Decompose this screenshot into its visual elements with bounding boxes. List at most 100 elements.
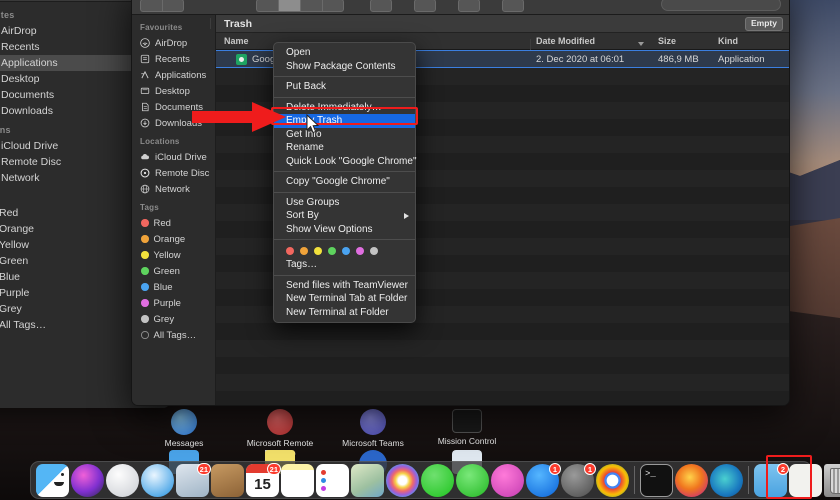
column-header-size[interactable]: Size	[210, 18, 718, 46]
action-button[interactable]	[414, 0, 436, 12]
notification-badge: 1	[584, 462, 596, 475]
sidebar-item-label: Downloads	[1, 105, 53, 117]
tags-button[interactable]	[502, 0, 524, 12]
dock-item-mail[interactable]: 21	[176, 462, 211, 497]
file-date-cell: 2. Dec 2020 at 06:01	[536, 53, 625, 65]
dock-item-facetime[interactable]	[456, 463, 489, 497]
tag-color-swatch[interactable]	[370, 247, 378, 255]
sidebar-item-label: All Tags…	[153, 329, 197, 341]
sidebar-item-red[interactable]: Red	[132, 215, 215, 231]
dock[interactable]: 21 15 21 1 1 >_ 2	[30, 461, 840, 499]
sidebar-item-label: Network	[155, 183, 190, 195]
column-header-date-modified[interactable]: Date Modified	[530, 36, 658, 50]
menu-item-new-terminal-at-folder[interactable]: New Terminal at Folder	[274, 306, 415, 320]
dock-item-siri[interactable]	[71, 463, 104, 497]
menu-item-new-terminal-tab-at-folder[interactable]: New Terminal Tab at Folder	[274, 292, 415, 306]
view-mode-group[interactable]	[256, 0, 344, 12]
chrome-app-icon	[236, 53, 247, 65]
gallery-view-button[interactable]	[322, 0, 344, 12]
menu-item-tags[interactable]: Tags…	[274, 258, 415, 272]
dock-item-downloads-folder[interactable]: 2	[754, 462, 789, 497]
launchpad-item[interactable]: Mission Control	[424, 409, 510, 446]
finder-sidebar[interactable]: Favourites AirDrop Recents Applications Desk…	[132, 15, 216, 405]
dock-item-notes[interactable]	[281, 463, 314, 497]
dock-item-edge[interactable]	[710, 463, 743, 497]
menu-item-show-view-options[interactable]: Show View Options	[274, 223, 415, 237]
sidebar-item-yellow[interactable]: Yellow	[132, 247, 215, 263]
column-view-button[interactable]	[300, 0, 322, 12]
dock-item-chrome[interactable]	[596, 463, 629, 497]
sidebar-item-label: All Tags…	[0, 319, 47, 331]
icon-view-button[interactable]	[256, 0, 278, 12]
group-button[interactable]	[370, 0, 392, 12]
menu-item-quick-look-google-chrome[interactable]: Quick Look "Google Chrome"	[274, 155, 417, 169]
dock-item-finder[interactable]	[36, 463, 69, 497]
dock-item-trash[interactable]	[824, 463, 840, 497]
sidebar-item-applications[interactable]: Applications	[132, 67, 215, 83]
launchpad-item[interactable]: Microsoft Teams	[330, 409, 416, 448]
tag-color-swatch[interactable]	[300, 247, 308, 255]
finder-trash-window[interactable]: Favourites AirDrop Recents Applications Desk…	[131, 0, 790, 406]
menu-item-empty-trash[interactable]: Empty Trash	[274, 114, 415, 128]
menu-item-get-info[interactable]: Get Info	[274, 128, 415, 142]
column-header-kind[interactable]: Kind	[210, 18, 789, 46]
sidebar-item-airdrop[interactable]: AirDrop	[132, 35, 215, 51]
dock-item-launchpad[interactable]	[106, 463, 139, 497]
sidebar-item-network[interactable]: Network	[132, 181, 215, 197]
sidebar-item-remote-disc[interactable]: Remote Disc	[132, 165, 215, 181]
finder-toolbar[interactable]	[132, 0, 789, 15]
dock-item-photos[interactable]	[386, 463, 419, 497]
tag-color-swatch[interactable]	[286, 247, 294, 255]
dock-item-app-store[interactable]: 1	[526, 462, 561, 497]
forward-button[interactable]	[162, 0, 184, 12]
list-view-button[interactable]	[278, 0, 300, 12]
menu-item-show-package-contents[interactable]: Show Package Contents	[274, 60, 415, 74]
menu-item-sort-by[interactable]: Sort By	[274, 209, 415, 223]
context-menu[interactable]: Open Show Package Contents Put Back Delete …	[273, 42, 417, 323]
dock-item-safari[interactable]	[141, 463, 174, 497]
menu-separator	[274, 274, 415, 276]
dock-item-firefox[interactable]	[675, 463, 708, 497]
sidebar-item-desktop[interactable]: Desktop	[132, 83, 215, 99]
sidebar-item-grey[interactable]: Grey	[132, 311, 215, 327]
nav-buttons-group[interactable]	[140, 0, 184, 12]
dock-item-messages[interactable]	[421, 463, 454, 497]
tag-color-swatch[interactable]	[342, 247, 350, 255]
dock-item-document[interactable]	[789, 463, 822, 497]
tag-color-swatch[interactable]	[328, 247, 336, 255]
search-input[interactable]	[661, 0, 781, 11]
tag-color-swatch[interactable]	[356, 247, 364, 255]
sidebar-item-recents[interactable]: Recents	[132, 51, 215, 67]
sidebar-item-blue[interactable]: Blue	[132, 279, 215, 295]
menu-item-put-back[interactable]: Put Back	[274, 80, 415, 94]
sidebar-item-orange[interactable]: Orange	[132, 231, 215, 247]
share-button[interactable]	[458, 0, 480, 12]
menu-item-copy-google-chrome[interactable]: Copy "Google Chrome"	[274, 175, 415, 189]
dock-item-terminal[interactable]: >_	[640, 463, 673, 497]
dock-item-contacts[interactable]	[211, 463, 244, 497]
sidebar-item-label: Grey	[0, 303, 22, 315]
menu-item-delete-immediately[interactable]: Delete Immediately…	[274, 101, 415, 115]
menu-item-label: Quick Look "Google Chrome"	[286, 155, 417, 167]
tag-color-swatch[interactable]	[314, 247, 322, 255]
menu-item-send-files-with-teamviewer[interactable]: Send files with TeamViewer	[274, 279, 415, 293]
sidebar-item-label: Recents	[155, 53, 190, 65]
menu-item-use-groups[interactable]: Use Groups	[274, 196, 415, 210]
launchpad-item[interactable]: Messages	[141, 409, 227, 448]
dock-item-reminders[interactable]	[316, 463, 349, 497]
menu-item-rename[interactable]: Rename	[274, 141, 415, 155]
dock-item-system-preferences[interactable]: 1	[561, 462, 596, 497]
tag-color-row[interactable]	[274, 243, 415, 258]
dock-item-calendar[interactable]: 15 21	[246, 462, 281, 497]
sidebar-item-all-tags[interactable]: All Tags…	[132, 327, 215, 343]
empty-button[interactable]: Empty	[745, 16, 783, 31]
sidebar-item-label: Grey	[153, 313, 175, 325]
dock-item-itunes[interactable]	[491, 463, 524, 497]
sidebar-item-green[interactable]: Green	[132, 263, 215, 279]
sidebar-item-icloud-drive[interactable]: iCloud Drive	[132, 149, 215, 165]
back-button[interactable]	[140, 0, 162, 12]
tag-dot-icon	[141, 219, 149, 227]
dock-item-maps[interactable]	[351, 463, 384, 497]
menu-item-open[interactable]: Open	[274, 46, 415, 60]
sidebar-item-purple[interactable]: Purple	[132, 295, 215, 311]
